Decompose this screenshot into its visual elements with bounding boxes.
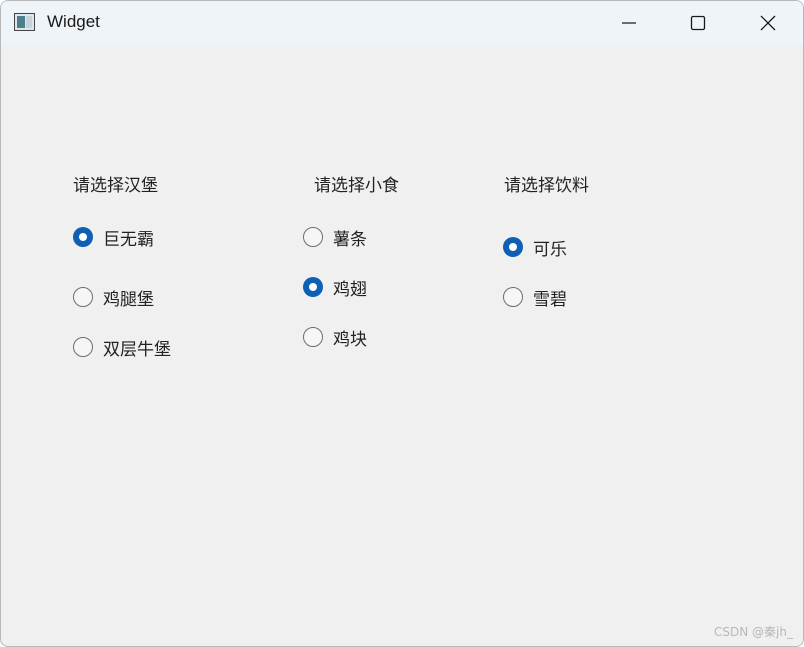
radio-indicator[interactable] xyxy=(503,237,523,257)
radio-burger-option[interactable]: 巨无霸 xyxy=(73,225,154,250)
radio-drink-option[interactable]: 雪碧 xyxy=(503,285,567,310)
radio-indicator[interactable] xyxy=(73,337,93,357)
close-icon xyxy=(760,15,776,31)
radio-indicator[interactable] xyxy=(73,227,93,247)
radio-indicator[interactable] xyxy=(303,277,323,297)
close-button[interactable] xyxy=(733,1,803,45)
radio-label: 巨无霸 xyxy=(103,229,154,250)
radio-side-option[interactable]: 鸡块 xyxy=(303,325,367,350)
radio-burger-option[interactable]: 双层牛堡 xyxy=(73,335,171,360)
radio-label: 鸡块 xyxy=(333,329,367,350)
radio-label: 雪碧 xyxy=(533,289,567,310)
radio-indicator[interactable] xyxy=(303,227,323,247)
minimize-button[interactable] xyxy=(594,1,664,45)
radio-burger-option[interactable]: 鸡腿堡 xyxy=(73,285,154,310)
side-group-title: 请选择小食 xyxy=(314,176,399,196)
title-bar[interactable]: Widget xyxy=(1,1,803,45)
radio-side-option[interactable]: 薯条 xyxy=(303,225,367,250)
radio-label: 双层牛堡 xyxy=(103,339,171,360)
radio-label: 鸡翅 xyxy=(333,279,367,300)
radio-label: 鸡腿堡 xyxy=(103,289,154,310)
minimize-icon xyxy=(622,22,636,24)
radio-indicator[interactable] xyxy=(303,327,323,347)
radio-side-option[interactable]: 鸡翅 xyxy=(303,275,367,300)
maximize-icon xyxy=(690,15,706,31)
radio-indicator[interactable] xyxy=(503,287,523,307)
window-title: Widget xyxy=(47,12,100,31)
app-icon xyxy=(14,13,35,31)
burger-group-title: 请选择汉堡 xyxy=(73,176,158,196)
radio-drink-option[interactable]: 可乐 xyxy=(503,235,567,260)
app-window: Widget 请选择汉堡 巨无霸 鸡腿堡 双层牛堡 请选择小食 薯条 鸡翅 鸡块… xyxy=(0,0,804,647)
radio-label: 薯条 xyxy=(333,229,367,250)
drink-group-title: 请选择饮料 xyxy=(504,176,589,196)
radio-indicator[interactable] xyxy=(73,287,93,307)
radio-label: 可乐 xyxy=(533,239,567,260)
maximize-button[interactable] xyxy=(663,1,733,45)
watermark: CSDN @秦jh_ xyxy=(714,625,793,639)
